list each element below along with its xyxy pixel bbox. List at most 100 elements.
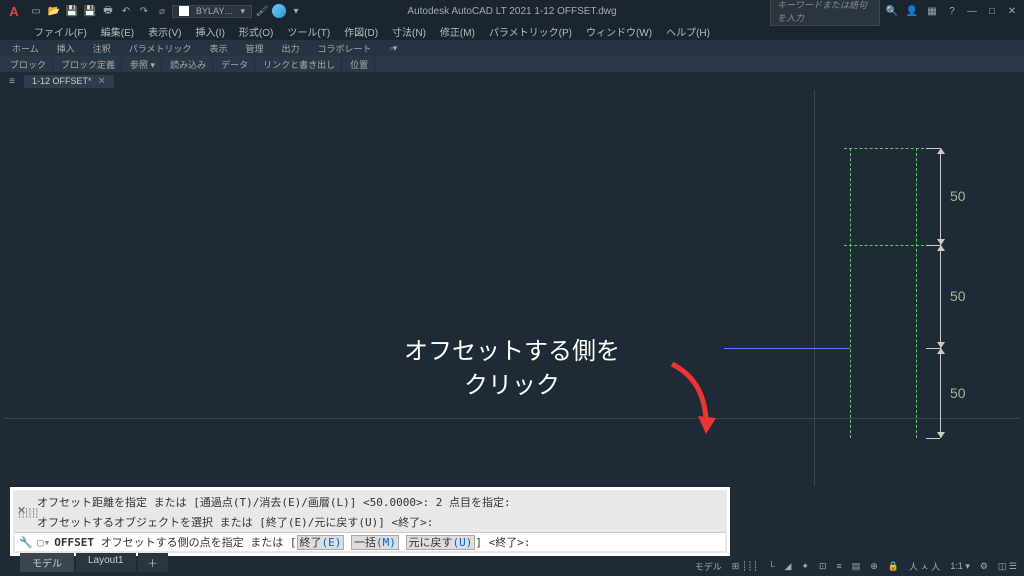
- panel-data[interactable]: データ: [215, 58, 255, 71]
- annotation-line2: クリック: [404, 369, 620, 403]
- menu-edit[interactable]: 編集(E): [95, 24, 140, 39]
- panel-block[interactable]: ブロック: [4, 58, 53, 71]
- history-close-icon[interactable]: ✕: [17, 506, 26, 517]
- sb-dyn-icon[interactable]: ⊕: [867, 561, 881, 572]
- opt-exit[interactable]: 終了(E): [297, 535, 345, 550]
- maximize-icon[interactable]: □: [984, 3, 1000, 19]
- tab-home[interactable]: ホーム: [4, 42, 47, 55]
- open-icon[interactable]: 📂: [46, 3, 62, 19]
- menu-window[interactable]: ウィンドウ(W): [580, 24, 658, 39]
- sb-iso-icon[interactable]: ◫ ☰: [995, 561, 1020, 572]
- sb-transparency-icon[interactable]: ▤: [849, 561, 864, 572]
- undo-icon[interactable]: ↶: [118, 3, 134, 19]
- sb-lwt-icon[interactable]: ≡: [833, 561, 844, 571]
- search-icon[interactable]: 🔍: [884, 3, 900, 19]
- file-tab-label: 1-12 OFFSET*: [32, 76, 92, 86]
- tab-parametric[interactable]: パラメトリック: [121, 42, 200, 55]
- close-tab-icon[interactable]: ✕: [98, 76, 106, 87]
- sb-lock-icon[interactable]: 🔒: [885, 561, 902, 572]
- new-icon[interactable]: ▭: [28, 3, 44, 19]
- layout-tabs: モデル Layout1 ＋: [20, 553, 170, 572]
- saveas-icon[interactable]: 💾: [82, 3, 98, 19]
- tab-collaborate[interactable]: コラボレート: [310, 42, 380, 55]
- layer-off-icon[interactable]: ⌀: [154, 3, 170, 19]
- menu-file[interactable]: ファイル(F): [28, 24, 93, 39]
- menu-format[interactable]: 形式(O): [233, 24, 279, 39]
- panel-blockdef[interactable]: ブロック定義: [55, 58, 122, 71]
- command-input[interactable]: 🔧 ▢▾ OFFSET オフセットする側の点を指定 または [終了(E) 一括(…: [15, 532, 725, 551]
- annotation-line1: オフセットする側を: [404, 335, 620, 369]
- file-tab-active[interactable]: 1-12 OFFSET* ✕: [24, 75, 114, 88]
- status-bar: モデル ⊞ ┊┊┊ └ ◢ ✦ ⊡ ≡ ▤ ⊕ 🔒 人 ㅅ 人 1:1 ▾ ⚙ …: [692, 556, 1024, 576]
- sb-scale[interactable]: 1:1 ▾: [947, 561, 973, 572]
- axis-vertical: [814, 90, 815, 486]
- menu-draw[interactable]: 作図(D): [338, 24, 384, 39]
- center-line-2: [916, 148, 917, 438]
- print-icon[interactable]: 🖶: [100, 3, 116, 19]
- menu-help[interactable]: ヘルプ(H): [660, 24, 716, 39]
- dim-label-3: 50: [950, 385, 966, 401]
- command-prompt: OFFSET オフセットする側の点を指定 または [終了(E) 一括(M) 元に…: [54, 534, 530, 550]
- menu-insert[interactable]: 挿入(I): [189, 24, 230, 39]
- sb-polar-icon[interactable]: ✦: [798, 561, 812, 572]
- window-title: Autodesk AutoCAD LT 2021 1-12 OFFSET.dwg: [407, 6, 616, 17]
- menu-modify[interactable]: 修正(M): [434, 24, 481, 39]
- redo-icon[interactable]: ↷: [136, 3, 152, 19]
- tab-model[interactable]: モデル: [20, 553, 74, 572]
- tab-insert[interactable]: 挿入: [49, 42, 83, 55]
- opt-multiple[interactable]: 一括(M): [351, 535, 399, 550]
- search-input[interactable]: キーワードまたは語句を入力: [770, 0, 880, 26]
- signin-icon[interactable]: 👤: [904, 3, 920, 19]
- save-icon[interactable]: 💾: [64, 3, 80, 19]
- dim-label-2: 50: [950, 288, 966, 304]
- sb-model[interactable]: モデル: [692, 560, 725, 573]
- dim-label-1: 50: [950, 188, 966, 204]
- command-history-2: オフセットするオブジェクトを選択 または [終了(E)/元に戻す(U)] <終了…: [33, 512, 725, 532]
- dim-tick-1a: [926, 148, 940, 149]
- app-logo[interactable]: A: [4, 1, 24, 21]
- tab-layout1[interactable]: Layout1: [76, 553, 136, 572]
- tab-add[interactable]: ＋: [138, 553, 168, 572]
- dim-tick-3b: [926, 438, 940, 439]
- command-dropdown-icon[interactable]: ▢▾: [33, 536, 54, 549]
- wrench-icon[interactable]: 🔧: [19, 536, 33, 549]
- sb-anno-icon[interactable]: 人 ㅅ 人: [906, 560, 943, 573]
- ribbon-tabs: ホーム 挿入 注釈 パラメトリック 表示 管理 出力 コラボレート ▫▾: [0, 40, 1024, 56]
- center-hline-1: [844, 148, 924, 149]
- annotation-arrow: [664, 360, 724, 440]
- panel-location[interactable]: 位置: [344, 58, 375, 71]
- tab-manage[interactable]: 管理: [238, 42, 272, 55]
- panel-reference[interactable]: 参照 ▾: [124, 58, 162, 71]
- minimize-icon[interactable]: —: [964, 3, 980, 19]
- menu-dimension[interactable]: 寸法(N): [386, 24, 432, 39]
- app-switcher-icon[interactable]: ▦: [924, 3, 940, 19]
- dropdown-arrow-icon[interactable]: ▾: [288, 3, 304, 19]
- layer-dropdown[interactable]: BYLAY…▾: [172, 5, 252, 18]
- panel-import[interactable]: 読み込み: [164, 58, 213, 71]
- sb-grid-icon[interactable]: ⊞ ┊┊┊: [729, 561, 761, 572]
- sb-osnap-icon[interactable]: ⊡: [816, 561, 830, 572]
- tab-view[interactable]: 表示: [202, 42, 236, 55]
- close-icon[interactable]: ✕: [1004, 3, 1020, 19]
- menu-view[interactable]: 表示(V): [142, 24, 187, 39]
- file-tab-menu-icon[interactable]: ≡: [4, 73, 20, 89]
- file-tabs: ≡ 1-12 OFFSET* ✕: [0, 72, 1024, 90]
- sb-ortho-icon[interactable]: ◢: [781, 561, 794, 572]
- sb-snap-icon[interactable]: └: [765, 561, 777, 571]
- command-history-1: オフセット距離を指定 または [通過点(T)/消去(E)/画層(L)] <50.…: [33, 492, 725, 512]
- tab-output[interactable]: 出力: [274, 42, 308, 55]
- annotation-text: オフセットする側を クリック: [404, 335, 620, 402]
- menu-parametric[interactable]: パラメトリック(P): [483, 24, 578, 39]
- opt-undo[interactable]: 元に戻す(U): [406, 535, 476, 550]
- menu-tools[interactable]: ツール(T): [281, 24, 336, 39]
- help-icon[interactable]: ?: [944, 3, 960, 19]
- settings-gear-icon[interactable]: [272, 4, 286, 18]
- tab-annotate[interactable]: 注釈: [85, 42, 119, 55]
- panel-link[interactable]: リンクと書き出し: [257, 58, 342, 71]
- selected-line: [724, 348, 850, 349]
- paint-icon[interactable]: 🖌: [254, 3, 270, 19]
- drawing-canvas[interactable]: 50 50 50 オフセットする側を クリック: [4, 90, 1020, 486]
- tab-extra-icon[interactable]: ▫▾: [382, 43, 406, 54]
- dim-arrow-2: [940, 245, 941, 348]
- sb-settings-icon[interactable]: ⚙: [977, 561, 991, 572]
